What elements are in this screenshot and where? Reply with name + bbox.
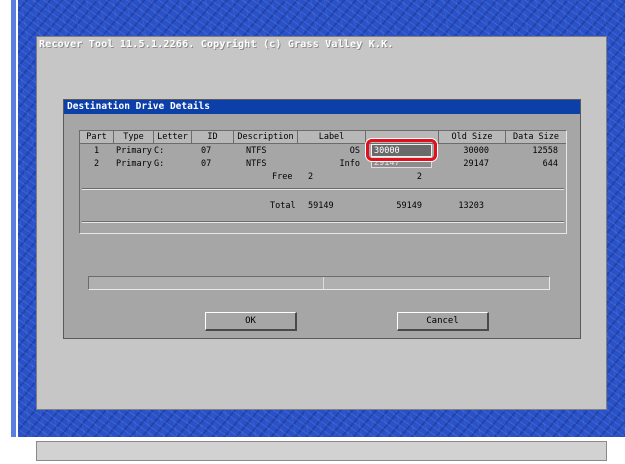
column-header-letter[interactable]: Letter xyxy=(154,131,192,144)
column-header-description[interactable]: Description xyxy=(234,131,298,144)
cancel-button[interactable]: Cancel xyxy=(397,312,489,331)
row1-description: NTFS xyxy=(246,146,267,156)
row1-id: 07 xyxy=(201,146,212,156)
row2-part: 2 xyxy=(94,159,100,169)
row2-id: 07 xyxy=(201,159,212,169)
column-header-data-size[interactable]: Data Size xyxy=(506,131,566,144)
free-label: Free xyxy=(272,172,293,182)
column-header-part[interactable]: Part xyxy=(80,131,114,144)
column-header-old-size[interactable]: Old Size xyxy=(439,131,506,144)
total-label: Total xyxy=(270,201,296,211)
destination-drive-details-dialog: Destination Drive Details Part Type Lett… xyxy=(63,99,581,339)
row2-label: Info xyxy=(339,159,360,169)
dialog-title: Destination Drive Details xyxy=(64,100,580,114)
row2-letter: G: xyxy=(154,159,165,169)
partition-table: Part Type Letter ID Description Label Ol… xyxy=(79,130,567,234)
row1-letter: C: xyxy=(154,146,165,156)
row1-part: 1 xyxy=(94,146,100,156)
column-header-id[interactable]: ID xyxy=(192,131,234,144)
status-bar xyxy=(36,441,607,461)
column-header-label[interactable]: Label xyxy=(298,131,366,144)
total-data-size: 13203 xyxy=(458,201,484,211)
total-size: 59149 xyxy=(308,201,334,211)
table-separator-bottom xyxy=(82,221,564,223)
row1-label: OS xyxy=(349,146,360,156)
desktop-left-strip xyxy=(11,0,16,437)
row1-data-size: 12558 xyxy=(532,146,558,156)
row2-old-size: 29147 xyxy=(463,159,489,169)
row2-type: Primary xyxy=(116,159,152,169)
row1-old-size: 30000 xyxy=(463,146,489,156)
row2-data-size: 644 xyxy=(542,159,558,169)
ok-button[interactable]: OK xyxy=(205,312,297,331)
row1-type: Primary xyxy=(116,146,152,156)
recover-tool-window: Recover Tool 11.5.1.2266. Copyright (c) … xyxy=(36,36,607,410)
row2-description: NTFS xyxy=(246,159,267,169)
highlight-annotation xyxy=(366,139,437,161)
window-title: Recover Tool 11.5.1.2266. Copyright (c) … xyxy=(37,37,606,53)
total-new-size: 59149 xyxy=(396,201,422,211)
free-value: 2 xyxy=(308,172,314,182)
table-separator-top xyxy=(82,188,564,190)
free-new-size: 2 xyxy=(416,172,422,182)
horizontal-scrollbar[interactable] xyxy=(88,276,550,290)
scrollbar-divider xyxy=(323,277,324,289)
column-header-type[interactable]: Type xyxy=(114,131,154,144)
